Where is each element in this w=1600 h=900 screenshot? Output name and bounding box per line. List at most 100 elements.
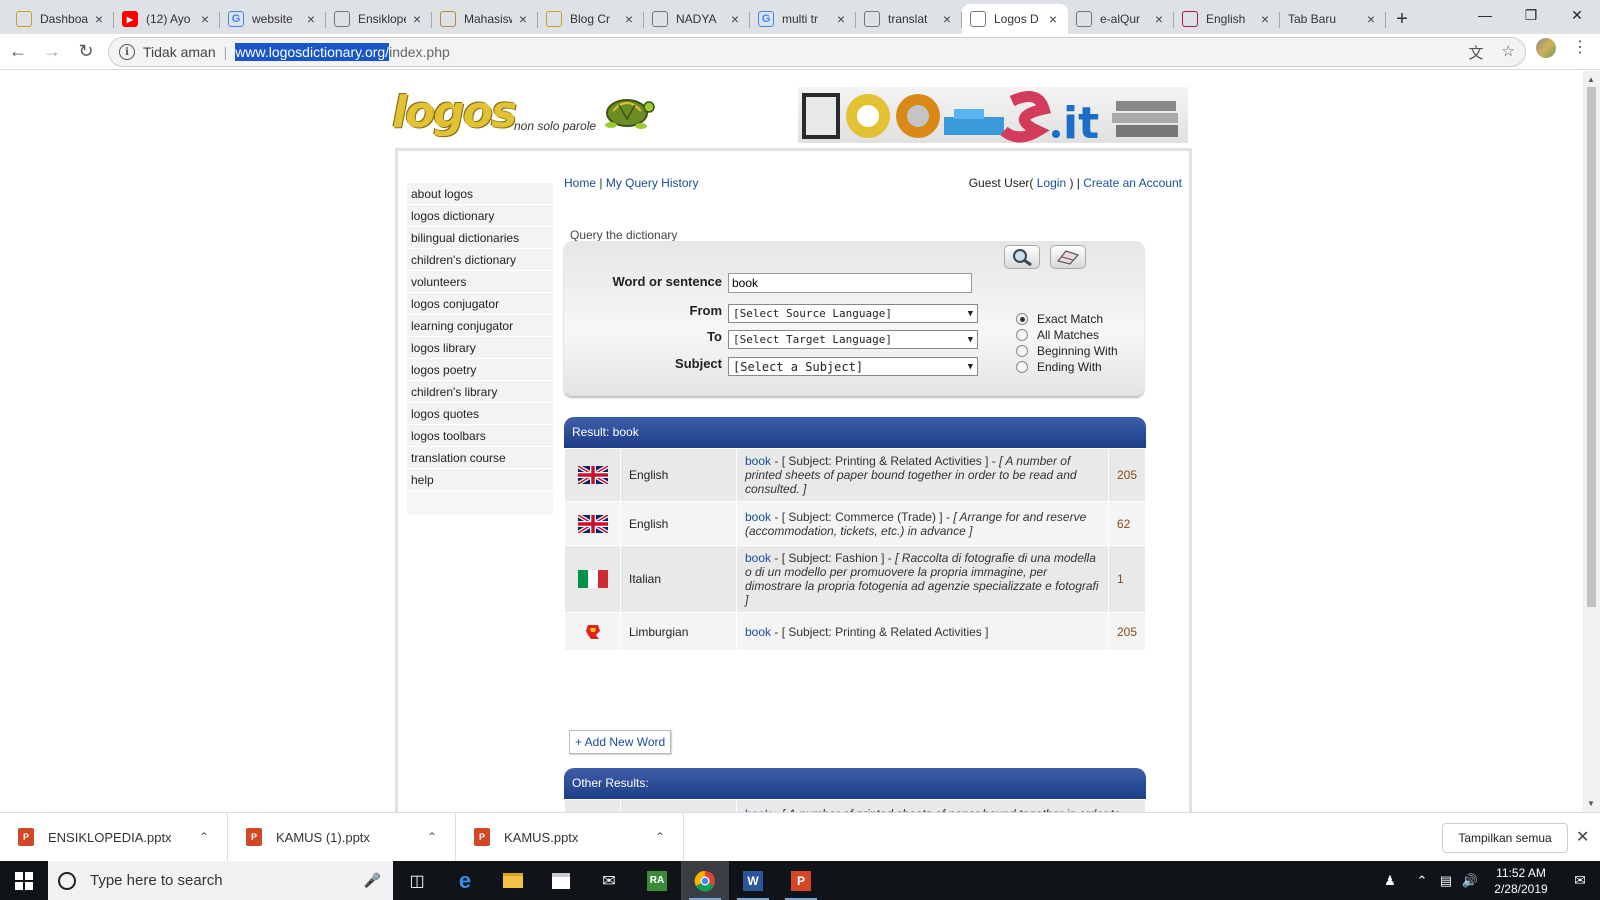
table-row[interactable]: English book - [ Subject: Commerce (Trade…: [564, 501, 1146, 546]
browser-tab[interactable]: Ensiklopedia ×: [326, 4, 432, 34]
sidebar-item[interactable]: logos toolbars: [407, 425, 553, 447]
new-tab-button[interactable]: +: [1386, 4, 1418, 34]
table-row[interactable]: Englishbook - [ A number of printed shee…: [564, 799, 1146, 812]
task-view-icon[interactable]: ◫: [393, 861, 441, 900]
sidebar-item[interactable]: bilingual dictionaries: [407, 227, 553, 249]
scroll-down-icon[interactable]: ▼: [1587, 799, 1595, 808]
browser-tab[interactable]: Gwebsite ×: [220, 4, 326, 34]
books-banner[interactable]: it: [798, 87, 1188, 143]
notification-center-icon[interactable]: ✉: [1560, 872, 1600, 889]
close-icon[interactable]: ×: [1152, 11, 1166, 27]
result-word-link[interactable]: book: [745, 551, 771, 565]
minimize-button[interactable]: —: [1462, 0, 1508, 30]
sidebar-item[interactable]: children's dictionary: [407, 249, 553, 271]
sidebar-item[interactable]: logos quotes: [407, 403, 553, 425]
close-icon[interactable]: ×: [728, 11, 742, 27]
match-option[interactable]: Beginning With: [1016, 343, 1118, 359]
create-account-link[interactable]: Create an Account: [1083, 176, 1182, 190]
sidebar-item[interactable]: logos conjugator: [407, 293, 553, 315]
url-path[interactable]: index.php: [389, 44, 450, 60]
result-word-link[interactable]: book: [745, 454, 771, 468]
browser-tab[interactable]: English ×: [1174, 4, 1280, 34]
sidebar-item[interactable]: volunteers: [407, 271, 553, 293]
radio-button[interactable]: [1016, 345, 1028, 357]
url-host[interactable]: www.logosdictionary.org/: [235, 43, 390, 61]
powerpoint-icon[interactable]: P: [777, 861, 825, 900]
taskbar-search[interactable]: Type here to search 🎤: [48, 861, 393, 900]
people-icon[interactable]: ♟: [1378, 873, 1402, 889]
match-option[interactable]: Ending With: [1016, 359, 1118, 375]
store-icon[interactable]: [537, 861, 585, 900]
close-icon[interactable]: ×: [940, 11, 954, 27]
rosetta-app-icon[interactable]: RA: [633, 861, 681, 900]
browser-tab[interactable]: Logos D ×: [962, 4, 1068, 34]
network-icon[interactable]: ▤: [1434, 873, 1458, 889]
edge-icon[interactable]: e: [441, 861, 489, 900]
mail-icon[interactable]: ✉: [585, 861, 633, 900]
download-item[interactable]: P ENSIKLOPEDIA.pptx ⌃: [0, 812, 228, 862]
translate-icon[interactable]: 文: [1469, 42, 1484, 63]
search-button[interactable]: [1004, 245, 1040, 269]
word-input[interactable]: [728, 273, 972, 293]
sidebar-item[interactable]: logos dictionary: [407, 205, 553, 227]
browser-tab[interactable]: Dashboard ×: [8, 4, 114, 34]
download-item[interactable]: P KAMUS (1).pptx ⌃: [228, 812, 456, 862]
radio-button[interactable]: [1016, 313, 1028, 325]
close-icon[interactable]: ×: [622, 11, 636, 27]
chevron-up-icon[interactable]: ⌃: [199, 830, 209, 844]
close-window-button[interactable]: ✕: [1554, 0, 1600, 30]
menu-dots-icon[interactable]: ⋮: [1572, 40, 1588, 56]
close-icon[interactable]: ×: [516, 11, 530, 27]
browser-tab[interactable]: e-alQur ×: [1068, 4, 1174, 34]
scroll-up-icon[interactable]: ▲: [1587, 75, 1595, 84]
restore-button[interactable]: ❐: [1508, 0, 1554, 30]
browser-tab[interactable]: Tab Baru ×: [1280, 4, 1386, 34]
radio-button[interactable]: [1016, 329, 1028, 341]
show-all-downloads-button[interactable]: Tampilkan semua: [1442, 823, 1568, 853]
browser-tab[interactable]: NADYA ×: [644, 4, 750, 34]
address-bar[interactable]: i Tidak aman | www.logosdictionary.org/i…: [108, 37, 1526, 67]
close-icon[interactable]: ×: [198, 11, 212, 27]
close-icon[interactable]: ×: [1364, 11, 1378, 27]
table-row[interactable]: English book - [ Subject: Printing & Rela…: [564, 448, 1146, 502]
browser-tab[interactable]: Gmulti tr ×: [750, 4, 856, 34]
info-icon[interactable]: i: [119, 44, 135, 60]
sidebar-item[interactable]: help: [407, 469, 553, 491]
table-row[interactable]: Limburgian book - [ Subject: Printing & R…: [564, 612, 1146, 651]
forward-icon[interactable]: →: [36, 36, 68, 68]
microphone-icon[interactable]: 🎤: [364, 872, 381, 889]
chrome-icon[interactable]: [681, 861, 729, 900]
close-icon[interactable]: ×: [1046, 11, 1060, 27]
query-history-link[interactable]: My Query History: [606, 176, 699, 190]
sidebar-item[interactable]: logos library: [407, 337, 553, 359]
profile-avatar[interactable]: [1536, 38, 1556, 58]
close-icon[interactable]: ×: [304, 11, 318, 27]
page-scrollbar[interactable]: ▲ ▼: [1583, 71, 1600, 812]
browser-tab[interactable]: translat ×: [856, 4, 962, 34]
target-language-select[interactable]: [Select Target Language] ▼: [728, 330, 978, 349]
close-icon[interactable]: ×: [410, 11, 424, 27]
bookmark-star-icon[interactable]: ☆: [1502, 42, 1515, 63]
sidebar-item[interactable]: translation course: [407, 447, 553, 469]
chevron-up-icon[interactable]: ⌃: [1410, 873, 1434, 889]
add-new-word-button[interactable]: + Add New Word: [569, 730, 672, 754]
login-link[interactable]: Login: [1037, 176, 1066, 190]
start-button[interactable]: [0, 861, 48, 900]
close-icon[interactable]: ×: [1258, 11, 1272, 27]
sidebar-item[interactable]: children's library: [407, 381, 553, 403]
source-language-select[interactable]: [Select Source Language] ▼: [728, 304, 978, 323]
subject-select[interactable]: [Select a Subject] ▼: [728, 357, 978, 376]
close-icon[interactable]: ×: [834, 11, 848, 27]
home-link[interactable]: Home: [564, 176, 596, 190]
chevron-up-icon[interactable]: ⌃: [427, 830, 437, 844]
chevron-up-icon[interactable]: ⌃: [655, 830, 665, 844]
scroll-thumb[interactable]: [1587, 87, 1596, 607]
browser-tab[interactable]: ▶ (12) Ayo ×: [114, 4, 220, 34]
sidebar-item[interactable]: learning conjugator: [407, 315, 553, 337]
file-explorer-icon[interactable]: [489, 861, 537, 900]
close-download-bar-icon[interactable]: ✕: [1576, 827, 1589, 847]
download-item[interactable]: P KAMUS.pptx ⌃: [456, 812, 684, 862]
browser-tab[interactable]: Blog Cr ×: [538, 4, 644, 34]
browser-tab[interactable]: Mahasiswa ×: [432, 4, 538, 34]
match-option[interactable]: All Matches: [1016, 327, 1118, 343]
